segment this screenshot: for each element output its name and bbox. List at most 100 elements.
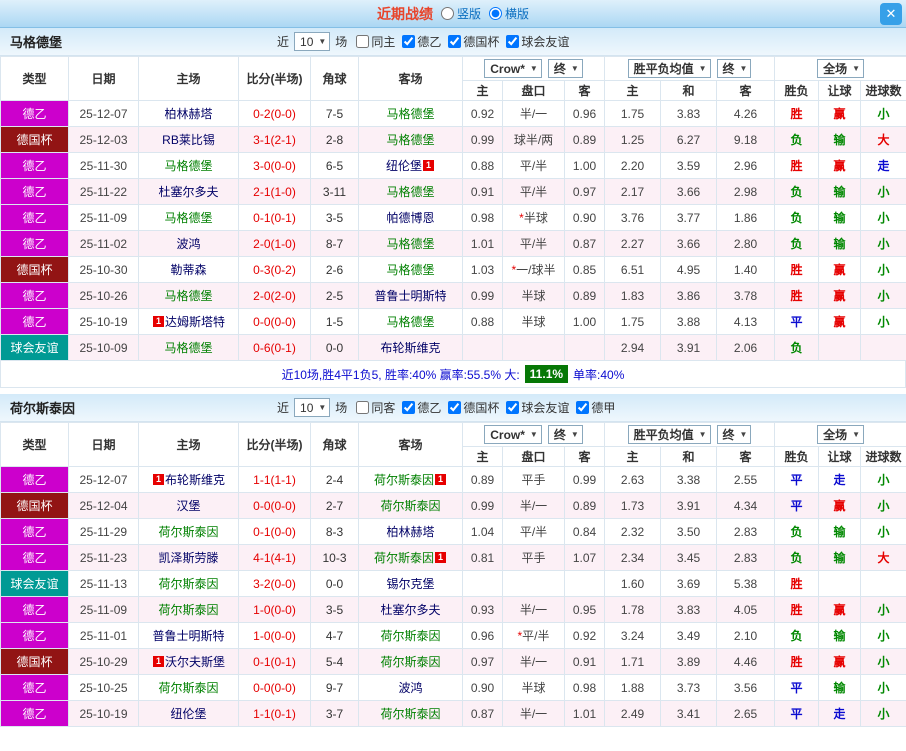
match-scope-select[interactable]: 全场 ▼	[817, 425, 864, 444]
away-team-link[interactable]: 普鲁士明斯特	[374, 289, 446, 303]
filter-checkbox-德乙[interactable]: 德乙	[402, 399, 441, 416]
result-handicap: 赢	[818, 256, 862, 283]
home-team-link[interactable]: 勒蒂森	[170, 263, 206, 277]
handicap-away-odds: 0.96	[564, 100, 605, 127]
away-team-link[interactable]: 波鸿	[398, 681, 422, 695]
result-goals: 走	[860, 152, 906, 179]
filter-checkbox-同主[interactable]: 同主	[356, 33, 395, 50]
avg-draw-odds: 3.83	[660, 100, 717, 127]
col-avg-away: 客	[715, 446, 776, 467]
avg-odds-select[interactable]: 胜平负均值 ▼	[627, 59, 711, 78]
home-team-link[interactable]: 波鸿	[176, 237, 200, 251]
away-team-link[interactable]: 马格德堡	[386, 237, 434, 251]
home-team-link[interactable]: 杜塞尔多夫	[158, 185, 218, 199]
bookmaker-select[interactable]: Crow* ▼	[484, 59, 542, 78]
home-team-link[interactable]: 达姆斯塔特	[165, 315, 225, 329]
avg-stage-select[interactable]: 终 ▼	[716, 425, 752, 444]
layout-option-horizontal[interactable]: 横版	[489, 5, 529, 22]
home-team-link[interactable]: 荷尔斯泰因	[158, 681, 218, 695]
away-team-link[interactable]: 荷尔斯泰因	[380, 707, 440, 721]
vertical-layout-radio[interactable]	[440, 7, 454, 20]
handicap-home-odds: 0.98	[462, 204, 503, 231]
match-corners: 8-7	[310, 230, 359, 257]
home-team-link[interactable]: 马格德堡	[164, 289, 212, 303]
away-team-link[interactable]: 荷尔斯泰因	[380, 629, 440, 643]
away-team-link[interactable]: 帕德博恩	[386, 211, 434, 225]
match-scope-select[interactable]: 全场 ▼	[817, 59, 864, 78]
avg-draw-odds: 3.66	[660, 230, 717, 257]
filter-checkbox-input[interactable]	[506, 34, 520, 48]
summary-text-before: 近10场,胜4平1负5, 胜率:40% 赢率:55.5% 大:	[281, 367, 520, 382]
filter-checkbox-input[interactable]	[448, 34, 462, 48]
filter-checkbox-input[interactable]	[448, 400, 462, 414]
avg-home-odds: 3.24	[604, 622, 661, 649]
away-team-link[interactable]: 荷尔斯泰因	[374, 551, 434, 565]
home-team-link[interactable]: 布轮斯维克	[165, 473, 225, 487]
recent-count-select[interactable]: 10 ▼	[294, 398, 331, 417]
away-team-cell: 帕德博恩	[358, 204, 463, 231]
away-team-link[interactable]: 荷尔斯泰因	[380, 655, 440, 669]
odds-stage-select[interactable]: 终 ▼	[547, 59, 583, 78]
filter-checkbox-德国杯[interactable]: 德国杯	[448, 399, 499, 416]
home-team-link[interactable]: 马格德堡	[164, 159, 212, 173]
home-team-link[interactable]: 马格德堡	[164, 341, 212, 355]
away-team-link[interactable]: 马格德堡	[386, 133, 434, 147]
home-team-cell: RB莱比锡	[138, 126, 239, 153]
filter-checkbox-德乙[interactable]: 德乙	[402, 33, 441, 50]
away-team-link[interactable]: 马格德堡	[386, 315, 434, 329]
filter-checkbox-input[interactable]	[356, 34, 370, 48]
home-team-link[interactable]: 柏林赫塔	[164, 107, 212, 121]
away-team-link[interactable]: 布轮斯维克	[380, 341, 440, 355]
home-team-link[interactable]: 荷尔斯泰因	[158, 603, 218, 617]
match-type: 德乙	[0, 466, 69, 493]
bookmaker-select[interactable]: Crow* ▼	[484, 425, 542, 444]
col-avg-home: 主	[604, 446, 661, 467]
horizontal-layout-radio[interactable]	[489, 7, 502, 20]
filter-checkbox-input[interactable]	[356, 400, 370, 414]
summary-text-after: 单率:40%	[573, 367, 625, 382]
filter-checkbox-球会友谊[interactable]: 球会友谊	[506, 399, 569, 416]
result-outcome: 负	[774, 126, 820, 153]
home-team-link[interactable]: 沃尔夫斯堡	[165, 655, 225, 669]
away-team-link[interactable]: 马格德堡	[386, 107, 434, 121]
away-team-link[interactable]: 马格德堡	[386, 185, 434, 199]
home-team-link[interactable]: 凯泽斯劳滕	[158, 551, 218, 565]
home-team-link[interactable]: 荷尔斯泰因	[158, 525, 218, 539]
away-team-link[interactable]: 荷尔斯泰因	[380, 499, 440, 513]
avg-home-odds: 2.27	[604, 230, 661, 257]
away-team-link[interactable]: 杜塞尔多夫	[380, 603, 440, 617]
avg-home-odds: 1.73	[604, 492, 661, 519]
filter-checkbox-德甲[interactable]: 德甲	[576, 399, 615, 416]
games-label: 场	[335, 35, 348, 49]
avg-stage-select[interactable]: 终 ▼	[716, 59, 752, 78]
filter-checkbox-同客[interactable]: 同客	[356, 399, 395, 416]
home-team-link[interactable]: 普鲁士明斯特	[152, 629, 224, 643]
match-date: 25-11-13	[68, 570, 139, 597]
filter-checkbox-text: 德国杯	[463, 400, 500, 415]
layout-option-vertical[interactable]: 竖版	[440, 5, 481, 22]
home-team-link[interactable]: 马格德堡	[164, 211, 212, 225]
match-corners: 2-5	[310, 282, 359, 309]
filter-checkbox-德国杯[interactable]: 德国杯	[448, 33, 499, 50]
home-team-link[interactable]: 纽伦堡	[170, 707, 206, 721]
away-team-link[interactable]: 纽伦堡	[386, 159, 422, 173]
away-team-link[interactable]: 锡尔克堡	[386, 577, 434, 591]
avg-home-odds: 1.71	[604, 648, 661, 675]
filter-checkbox-input[interactable]	[402, 400, 416, 414]
home-team-link[interactable]: RB莱比锡	[162, 133, 215, 147]
away-team-link[interactable]: 柏林赫塔	[386, 525, 434, 539]
filter-checkbox-球会友谊[interactable]: 球会友谊	[506, 33, 569, 50]
filter-checkbox-input[interactable]	[576, 400, 590, 414]
close-button[interactable]: ✕	[880, 3, 902, 25]
avg-draw-odds: 3.89	[660, 648, 717, 675]
avg-odds-select[interactable]: 胜平负均值 ▼	[627, 425, 711, 444]
handicap-line: 半/一	[502, 100, 565, 127]
away-team-link[interactable]: 马格德堡	[386, 263, 434, 277]
away-team-link[interactable]: 荷尔斯泰因	[374, 473, 434, 487]
odds-stage-select[interactable]: 终 ▼	[547, 425, 583, 444]
recent-count-select[interactable]: 10 ▼	[294, 32, 331, 51]
home-team-link[interactable]: 汉堡	[176, 499, 200, 513]
filter-checkbox-input[interactable]	[402, 34, 416, 48]
filter-checkbox-input[interactable]	[506, 400, 520, 414]
home-team-link[interactable]: 荷尔斯泰因	[158, 577, 218, 591]
